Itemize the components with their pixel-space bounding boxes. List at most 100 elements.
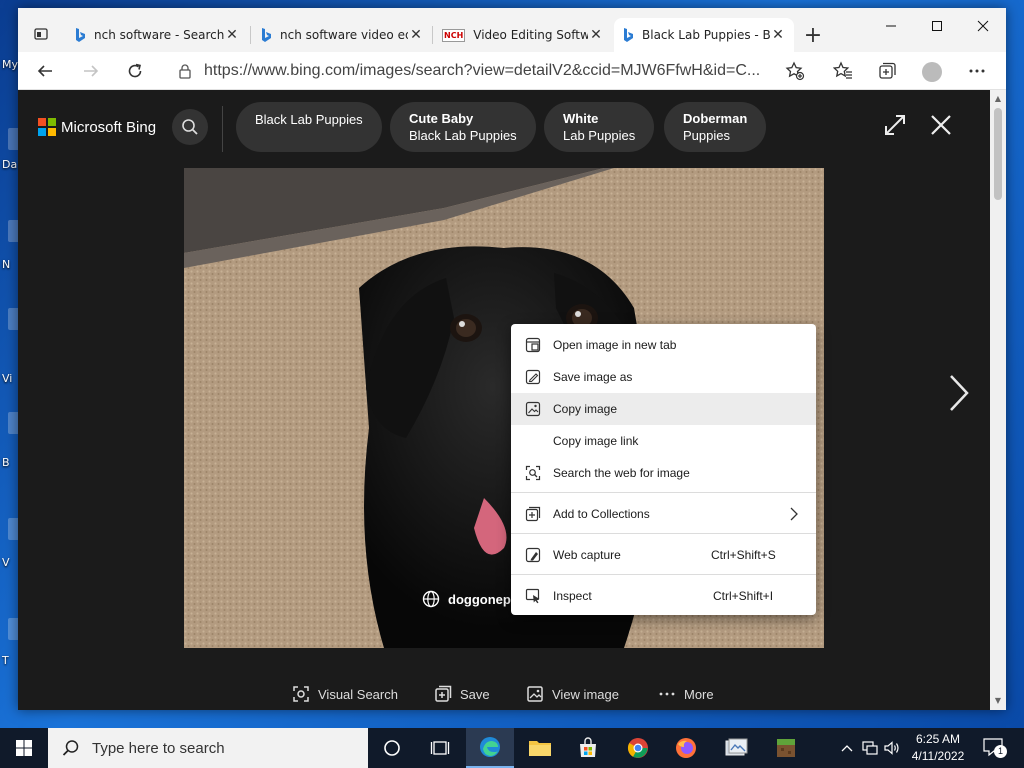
clock-time: 6:25 AM <box>915 732 961 746</box>
lock-icon[interactable] <box>174 61 196 81</box>
bing-favicon-icon <box>262 28 271 42</box>
menu-item-shortcut: Ctrl+Shift+I <box>713 589 774 603</box>
image-actions-bar: Visual Search Save View image More <box>18 682 990 706</box>
menu-item-copy-image[interactable]: Copy image <box>511 393 816 425</box>
close-viewer-button[interactable] <box>926 110 956 140</box>
tab-title: Black Lab Puppies - B <box>642 28 770 42</box>
visual-search-button[interactable]: Visual Search <box>292 682 398 706</box>
network-button[interactable] <box>860 728 880 768</box>
add-favorite-button[interactable] <box>780 57 810 85</box>
browser-toolbar: https://www.bing.com/images/search?view=… <box>18 52 1006 90</box>
tab-close-icon[interactable]: ✕ <box>588 27 604 43</box>
start-button[interactable] <box>0 728 48 768</box>
maximize-button[interactable] <box>914 10 960 42</box>
close-window-button[interactable] <box>960 10 1006 42</box>
menu-item-web-capture[interactable]: Web capture Ctrl+Shift+S <box>511 539 816 571</box>
bing-logo[interactable]: Microsoft Bing <box>38 118 156 136</box>
back-button[interactable] <box>30 57 60 85</box>
collections-button[interactable] <box>872 57 902 85</box>
profile-avatar[interactable] <box>922 62 942 82</box>
minimize-button[interactable] <box>868 10 914 42</box>
tab-close-icon[interactable]: ✕ <box>770 27 786 43</box>
tab-video-editing[interactable]: NCH Video Editing Softwar ✕ <box>434 18 612 52</box>
tab-black-lab-puppies[interactable]: Black Lab Puppies - B ✕ <box>614 18 794 52</box>
related-search-pill[interactable]: Black Lab Puppies <box>236 102 382 152</box>
tab-close-icon[interactable]: ✕ <box>408 27 424 43</box>
taskbar-app-minecraft[interactable] <box>762 728 810 768</box>
menu-item-open-image-new-tab[interactable]: Open image in new tab <box>511 329 816 361</box>
taskbar-app-edge[interactable] <box>466 728 514 768</box>
windows-logo-icon <box>16 740 32 756</box>
folder-icon <box>529 741 551 756</box>
desktop-icon-label: V <box>2 556 10 569</box>
save-button[interactable]: Save <box>434 682 490 706</box>
taskbar-app-photos[interactable] <box>712 728 760 768</box>
firefox-icon <box>676 738 696 758</box>
related-search-pill[interactable]: White Lab Puppies <box>544 102 655 152</box>
close-icon <box>977 20 989 32</box>
scroll-up-icon[interactable]: ▲ <box>993 94 1003 104</box>
expand-button[interactable] <box>880 110 910 140</box>
tab-nch-search[interactable]: nch software - Search ✕ <box>66 18 248 52</box>
next-image-button[interactable] <box>944 370 974 416</box>
related-search-pill[interactable]: Doberman Puppies <box>664 102 767 152</box>
menu-item-label: Open image in new tab <box>553 338 677 352</box>
cortana-button[interactable] <box>368 728 416 768</box>
notification-center-button[interactable]: 1 <box>982 736 1008 760</box>
save-label: Save <box>460 686 490 702</box>
taskbar-app-chrome[interactable] <box>614 728 662 768</box>
copy-image-icon <box>525 401 541 417</box>
pill-label-line1: White <box>563 111 599 126</box>
refresh-button[interactable] <box>120 57 150 85</box>
taskbar-app-store[interactable] <box>564 728 612 768</box>
desktop-icon-label: T <box>2 654 9 667</box>
page-scrollbar[interactable]: ▲ ▼ <box>990 90 1006 710</box>
forward-button[interactable] <box>76 57 106 85</box>
clock-date: 4/11/2022 <box>911 749 965 763</box>
cortana-icon <box>384 740 400 756</box>
menu-item-label: Search the web for image <box>553 466 690 480</box>
pill-label-line1: Cute Baby <box>409 111 474 126</box>
taskbar-app-file-explorer[interactable] <box>516 728 564 768</box>
menu-item-save-image-as[interactable]: Save image as <box>511 361 816 393</box>
star-add-icon <box>785 61 805 81</box>
desktop-icon-label: N <box>2 258 11 271</box>
scroll-thumb[interactable] <box>994 108 1002 200</box>
task-view-button[interactable] <box>416 728 464 768</box>
settings-more-button[interactable] <box>962 57 992 85</box>
menu-separator <box>511 492 816 493</box>
tab-close-icon[interactable]: ✕ <box>224 27 240 43</box>
menu-item-copy-image-link[interactable]: Copy image link <box>511 425 816 457</box>
network-icon <box>862 741 878 755</box>
menu-item-inspect[interactable]: Inspect Ctrl+Shift+I <box>511 580 816 612</box>
tab-nch-video[interactable]: nch software video ed ✕ <box>252 18 432 52</box>
image-source-badge[interactable]: doggonepr <box>422 590 516 608</box>
search-button[interactable] <box>172 109 208 145</box>
tab-separator <box>250 26 251 44</box>
inspect-icon <box>525 588 540 604</box>
tab-actions-button[interactable] <box>24 20 58 48</box>
store-icon <box>580 737 596 757</box>
view-image-button[interactable]: View image <box>526 682 619 706</box>
taskbar-app-firefox[interactable] <box>662 728 710 768</box>
new-tab-button[interactable]: + <box>800 22 826 48</box>
menu-item-shortcut: Ctrl+Shift+S <box>711 548 776 562</box>
menu-item-label: Add to Collections <box>553 507 650 521</box>
image-context-menu: Open image in new tab Save image as Copy… <box>511 324 816 615</box>
scroll-down-icon[interactable]: ▼ <box>993 696 1003 706</box>
taskbar-clock[interactable]: 6:25 AM 4/11/2022 <box>900 731 976 765</box>
menu-separator <box>511 574 816 575</box>
address-bar[interactable]: https://www.bing.com/images/search?view=… <box>168 57 810 85</box>
related-search-pill[interactable]: Cute Baby Black Lab Puppies <box>390 102 536 152</box>
volume-button[interactable] <box>882 728 902 768</box>
url-text[interactable]: https://www.bing.com/images/search?view=… <box>204 62 764 80</box>
logo-square <box>38 118 46 126</box>
menu-item-search-web-for-image[interactable]: Search the web for image <box>511 457 816 489</box>
pill-label: Black Lab Puppies <box>255 111 363 127</box>
show-hidden-icons-button[interactable] <box>836 728 858 768</box>
favorites-button[interactable] <box>828 57 858 85</box>
tab-separator <box>432 26 433 44</box>
taskbar-search-box[interactable]: Type here to search <box>48 728 368 768</box>
menu-item-add-to-collections[interactable]: Add to Collections <box>511 498 816 530</box>
more-button[interactable]: More <box>658 682 714 706</box>
